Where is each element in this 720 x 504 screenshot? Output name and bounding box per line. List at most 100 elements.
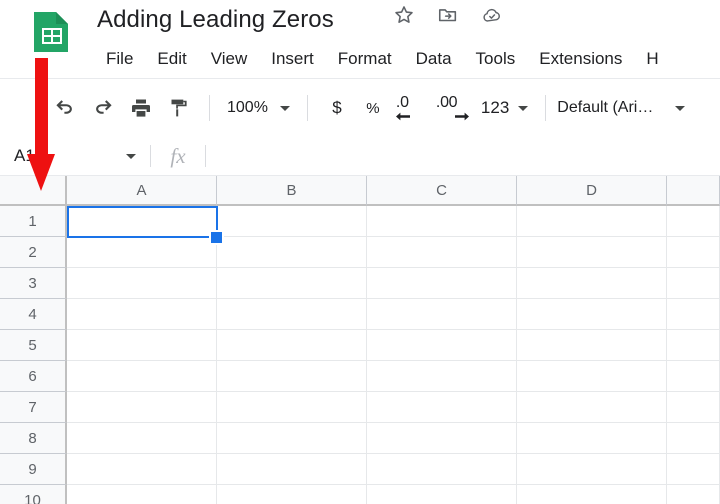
cell-B5[interactable] [217, 330, 367, 361]
menu-item-insert[interactable]: Insert [259, 44, 326, 74]
cell-E3[interactable] [667, 268, 720, 299]
increase-decimal-button[interactable]: .00 [431, 91, 475, 125]
cell-B1[interactable] [217, 206, 367, 237]
fill-handle[interactable] [209, 230, 224, 245]
print-button[interactable] [122, 89, 160, 127]
cell-C4[interactable] [367, 299, 517, 330]
cell-B10[interactable] [217, 485, 367, 504]
cell-D3[interactable] [517, 268, 667, 299]
select-all-corner[interactable] [0, 176, 67, 206]
cell-D8[interactable] [517, 423, 667, 454]
cell-E5[interactable] [667, 330, 720, 361]
currency-format-button[interactable]: $ [319, 91, 355, 125]
row-header-7[interactable]: 7 [0, 392, 67, 423]
cell-D4[interactable] [517, 299, 667, 330]
cell-B8[interactable] [217, 423, 367, 454]
cell-A3[interactable] [67, 268, 217, 299]
redo-button[interactable] [84, 89, 122, 127]
header-bar: Adding Leading Zeros File Edit View Inse… [0, 0, 720, 78]
cell-E7[interactable] [667, 392, 720, 423]
cell-D9[interactable] [517, 454, 667, 485]
cell-A9[interactable] [67, 454, 217, 485]
cell-E2[interactable] [667, 237, 720, 268]
formula-input[interactable] [206, 137, 720, 175]
cell-D7[interactable] [517, 392, 667, 423]
cell-E4[interactable] [667, 299, 720, 330]
star-icon[interactable] [393, 4, 415, 26]
spreadsheet-grid: ABCD 1 2 3 4 5 6 7 8 9 10 [0, 176, 720, 504]
cell-B9[interactable] [217, 454, 367, 485]
cell-A6[interactable] [67, 361, 217, 392]
row-header-2[interactable]: 2 [0, 237, 67, 268]
menu-item-tools[interactable]: Tools [464, 44, 528, 74]
cell-C10[interactable] [367, 485, 517, 504]
move-to-folder-icon[interactable] [437, 4, 459, 26]
cell-B6[interactable] [217, 361, 367, 392]
cell-A4[interactable] [67, 299, 217, 330]
cell-B2[interactable] [217, 237, 367, 268]
document-title[interactable]: Adding Leading Zeros [97, 3, 334, 37]
font-family-dropdown[interactable]: Default (Ari… [557, 91, 686, 125]
cell-E9[interactable] [667, 454, 720, 485]
row-header-1[interactable]: 1 [0, 206, 67, 237]
cell-E8[interactable] [667, 423, 720, 454]
sheets-logo-icon[interactable] [30, 8, 74, 56]
menu-item-edit[interactable]: Edit [145, 44, 198, 74]
cell-B4[interactable] [217, 299, 367, 330]
percent-format-button[interactable]: % [355, 91, 391, 125]
number-format-dropdown[interactable]: 123 [475, 91, 534, 125]
column-header-A[interactable]: A [67, 176, 217, 206]
cell-A1[interactable] [67, 206, 217, 237]
row-header-4[interactable]: 4 [0, 299, 67, 330]
column-header-C[interactable]: C [367, 176, 517, 206]
row-header-9[interactable]: 9 [0, 454, 67, 485]
cell-C7[interactable] [367, 392, 517, 423]
cell-B3[interactable] [217, 268, 367, 299]
increase-decimal-icon: .00 [436, 94, 470, 122]
cell-D6[interactable] [517, 361, 667, 392]
function-icon[interactable]: fx [151, 137, 205, 175]
row-header-10[interactable]: 10 [0, 485, 67, 504]
column-header-B[interactable]: B [217, 176, 367, 206]
menu-item-extensions[interactable]: Extensions [527, 44, 634, 74]
cell-B7[interactable] [217, 392, 367, 423]
cell-C9[interactable] [367, 454, 517, 485]
menu-item-help[interactable]: H [634, 44, 670, 74]
cell-A10[interactable] [67, 485, 217, 504]
row-header-8[interactable]: 8 [0, 423, 67, 454]
name-box[interactable]: A1 [0, 137, 150, 175]
menu-item-data[interactable]: Data [404, 44, 464, 74]
decrease-decimal-button[interactable]: .0 [391, 91, 431, 125]
undo-button[interactable] [46, 89, 84, 127]
cell-A8[interactable] [67, 423, 217, 454]
cell-C5[interactable] [367, 330, 517, 361]
cell-E6[interactable] [667, 361, 720, 392]
cell-D5[interactable] [517, 330, 667, 361]
row-header-6[interactable]: 6 [0, 361, 67, 392]
cell-C8[interactable] [367, 423, 517, 454]
menu-item-view[interactable]: View [199, 44, 260, 74]
cloud-saved-icon[interactable] [481, 4, 503, 26]
row-header-3[interactable]: 3 [0, 268, 67, 299]
chevron-down-icon[interactable] [126, 153, 136, 159]
cell-C2[interactable] [367, 237, 517, 268]
cell-C1[interactable] [367, 206, 517, 237]
cell-D10[interactable] [517, 485, 667, 504]
cell-E1[interactable] [667, 206, 720, 237]
menu-item-file[interactable]: File [97, 44, 145, 74]
column-header-e[interactable] [667, 176, 720, 206]
menu-item-format[interactable]: Format [326, 44, 404, 74]
cell-A2[interactable] [67, 237, 217, 268]
cell-C6[interactable] [367, 361, 517, 392]
cell-E10[interactable] [667, 485, 720, 504]
cell-A7[interactable] [67, 392, 217, 423]
zoom-control[interactable]: 100% [221, 91, 296, 125]
row-header-5[interactable]: 5 [0, 330, 67, 361]
cell-A5[interactable] [67, 330, 217, 361]
cell-D2[interactable] [517, 237, 667, 268]
increase-decimal-label: .00 [435, 94, 458, 111]
cell-C3[interactable] [367, 268, 517, 299]
cell-D1[interactable] [517, 206, 667, 237]
column-header-D[interactable]: D [517, 176, 667, 206]
paint-format-button[interactable] [160, 89, 198, 127]
